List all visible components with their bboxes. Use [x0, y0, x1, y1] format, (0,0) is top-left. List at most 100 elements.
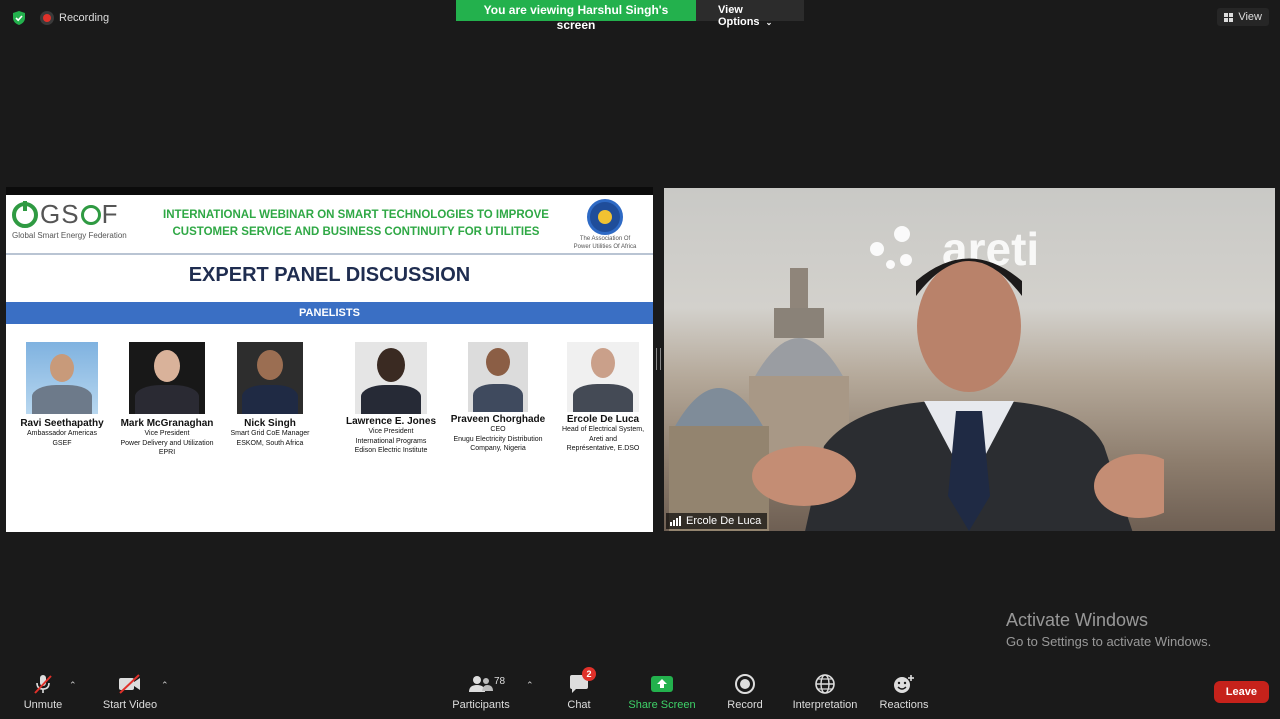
share-screen-label: Share Screen [628, 699, 696, 711]
start-video-button[interactable]: Start Video [100, 672, 160, 711]
screen-share-banner: You are viewing Harshul Singh's screen V… [456, 0, 804, 32]
video-options-caret[interactable]: ⌃ [161, 680, 169, 691]
record-icon [735, 674, 755, 694]
reactions-label: Reactions [879, 699, 929, 711]
activate-windows-title: Activate Windows [1006, 610, 1149, 630]
participant-count: 78 [494, 676, 506, 687]
interpretation-button[interactable]: Interpretation [788, 672, 862, 711]
apua-caption-2: Power Utilities Of Africa [573, 244, 637, 250]
panelist-photo [567, 342, 639, 412]
participants-label: Participants [452, 699, 510, 711]
grid-view-icon [1224, 12, 1234, 22]
participants-button[interactable]: 78 Participants [450, 672, 512, 711]
panelist-role: Vice President [144, 430, 190, 437]
apua-logo: The Association Of Power Utilities Of Af… [565, 199, 645, 251]
view-button-label: View [1238, 11, 1262, 23]
panelists-band: PANELISTS [6, 302, 653, 324]
panelist-card: Ravi Seethapathy Ambassador Americas GSE… [12, 342, 112, 448]
shield-icon[interactable] [11, 10, 27, 26]
interpretation-label: Interpretation [792, 699, 858, 711]
power-icon [12, 200, 38, 228]
chat-unread-badge: 2 [582, 667, 596, 681]
panelist-photo [355, 342, 427, 414]
unmute-button[interactable]: Unmute [18, 672, 68, 711]
chat-button[interactable]: 2 Chat [560, 667, 598, 711]
recording-label: Recording [59, 12, 110, 24]
slide-top-strip [6, 187, 653, 195]
panelist-name: Ravi Seethapathy [20, 418, 104, 429]
share-screen-button[interactable]: Share Screen [626, 672, 698, 711]
record-label: Record [727, 699, 763, 711]
speaker-figure [752, 258, 1164, 531]
slide-header: GS F Global Smart Energy Federation INTE… [6, 195, 653, 253]
activate-windows-watermark: Activate Windows Go to Settings to activ… [1006, 610, 1211, 649]
activate-windows-subtitle: Go to Settings to activate Windows. [1006, 634, 1212, 649]
panelist-card: Nick Singh Smart Grid CoE Manager ESKOM,… [220, 342, 320, 448]
panelist-role: Vice President [368, 428, 414, 435]
participants-icon [469, 676, 493, 692]
unmute-label: Unmute [23, 699, 63, 711]
panelist-name: Mark McGranaghan [120, 418, 214, 429]
slide-divider [6, 253, 653, 255]
panelist-role: Company, Nigeria [470, 445, 526, 452]
apua-caption-1: The Association Of [579, 236, 631, 242]
panelist-card: Lawrence E. Jones Vice President Interna… [341, 342, 441, 456]
headline-line-1: INTERNATIONAL WEBINAR ON SMART TECHNOLOG… [163, 209, 549, 221]
reactions-button[interactable]: Reactions [876, 672, 932, 711]
panelist-photo [237, 342, 303, 414]
panelist-card: Ercole De Luca Head of Electrical System… [554, 342, 652, 454]
gsef-logo: GS F Global Smart Energy Federation [12, 199, 144, 240]
speaker-video[interactable]: areti Ercole De Luca [664, 188, 1275, 531]
globe-icon [815, 674, 835, 694]
panelist-card: Praveen Chorghade CEO Enugu Electricity … [446, 342, 550, 454]
viewing-banner-text: You are viewing Harshul Singh's screen [456, 0, 696, 32]
logo-text-end: F [101, 199, 119, 229]
share-screen-icon [651, 676, 673, 692]
view-options-label: View Options [718, 4, 760, 28]
panelist-name: Lawrence E. Jones [345, 416, 437, 427]
panelist-role: Edison Electric Institute [354, 447, 428, 454]
webinar-headline: INTERNATIONAL WEBINAR ON SMART TECHNOLOG… [146, 207, 566, 241]
panelist-role: Ambassador Americas [26, 430, 98, 437]
panelist-name: Nick Singh [244, 418, 296, 429]
panelist-role: Smart Grid CoE Manager [230, 430, 310, 437]
panelist-role: Représentative, E.DSO [566, 445, 640, 452]
panelist-role: EPRI [158, 449, 176, 456]
video-camera-off-icon [119, 674, 140, 694]
panelist-photo [26, 342, 98, 414]
view-button[interactable]: View [1217, 8, 1269, 26]
view-options-button[interactable]: View Options ⌄ [696, 0, 804, 28]
meeting-toolbar: Unmute ⌃ Start Video ⌃ 78 Participants ⌃ [0, 667, 1280, 719]
panelist-name: Praveen Chorghade [450, 414, 546, 425]
recording-icon [40, 11, 54, 25]
apua-seal-icon [587, 199, 623, 235]
resize-handle[interactable] [656, 348, 661, 370]
audio-options-caret[interactable]: ⌃ [69, 680, 77, 691]
logo-subtitle: Global Smart Energy Federation [12, 231, 127, 240]
participant-name: Ercole De Luca [686, 515, 762, 527]
panelist-role: Head of Electrical System, [561, 426, 645, 433]
headline-line-2: CUSTOMER SERVICE AND BUSINESS CONTINUITY… [172, 226, 540, 238]
panelist-role: Areti and [588, 435, 618, 443]
logo-e-icon [80, 204, 101, 225]
start-video-label: Start Video [102, 699, 158, 711]
leave-button[interactable]: Leave [1213, 681, 1269, 703]
participants-options-caret[interactable]: ⌃ [526, 680, 534, 691]
recording-indicator[interactable]: Recording [40, 11, 109, 25]
slide-title: EXPERT PANEL DISCUSSION [188, 264, 471, 286]
panelist-photo [468, 342, 528, 412]
panelist-card: Mark McGranaghan Vice President Power De… [112, 342, 222, 458]
record-button[interactable]: Record [722, 672, 768, 711]
signal-bars-icon [670, 516, 681, 526]
panelist-role: Enugu Electricity Distribution [453, 435, 543, 443]
panelist-role: GSEF [52, 439, 72, 447]
chat-label: Chat [567, 699, 591, 711]
panelist-role: International Programs [355, 437, 427, 445]
logo-text: GS [40, 199, 80, 229]
microphone-muted-icon [34, 675, 52, 694]
smiley-add-icon [894, 675, 914, 693]
panelist-name: Ercole De Luca [566, 414, 640, 425]
panelist-role: ESKOM, South Africa [236, 439, 304, 447]
chevron-down-icon: ⌄ [765, 18, 773, 27]
panelist-role: CEO [490, 426, 506, 433]
